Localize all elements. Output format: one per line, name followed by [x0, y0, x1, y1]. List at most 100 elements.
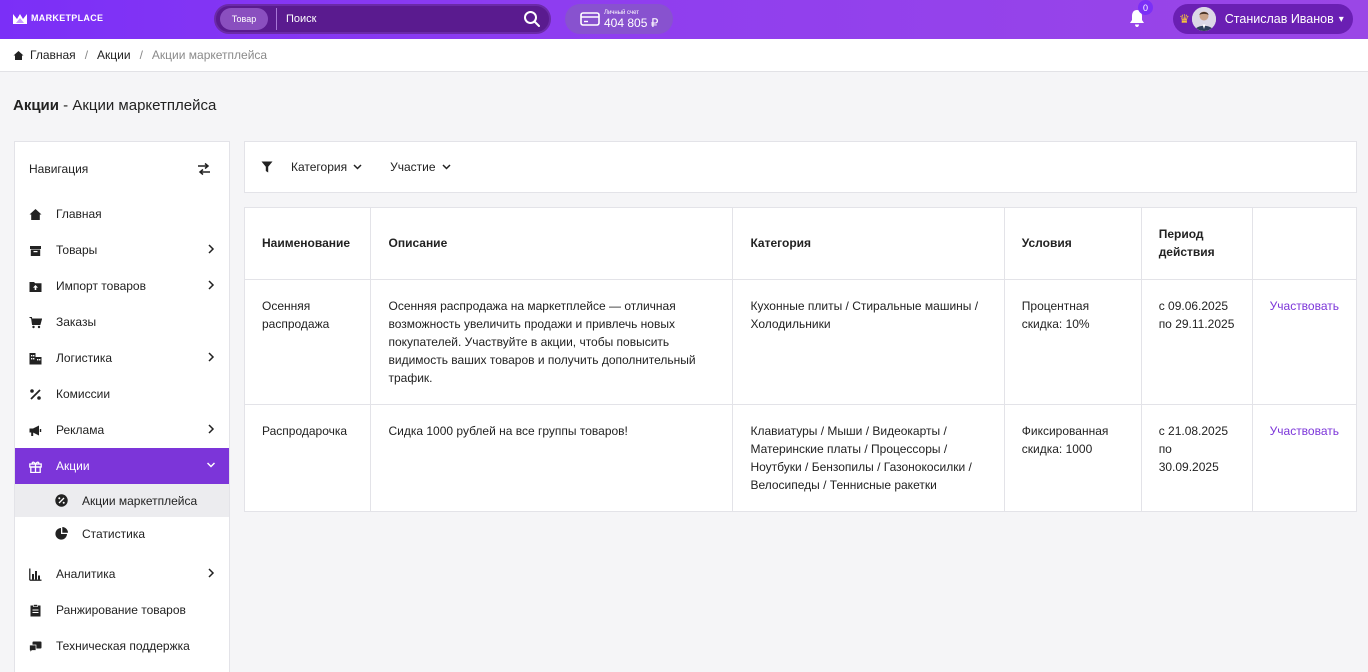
cart-icon — [29, 316, 42, 329]
folder-upload-icon — [29, 280, 42, 293]
chevron-right-icon — [208, 352, 215, 362]
avatar — [1191, 7, 1216, 31]
home-icon — [29, 208, 42, 221]
sidebar-item-label: Реклама — [56, 423, 105, 437]
sidebar-item-logistics[interactable]: Логистика — [15, 340, 229, 376]
promotion-description: Осенняя распродажа на маркетплейсе — отл… — [370, 279, 734, 405]
promotion-conditions: Процентная скидка: 10% — [1004, 279, 1142, 405]
period-from: с 21.08.2025 — [1158, 423, 1229, 438]
sidebar-item-analytics[interactable]: Аналитика — [15, 556, 229, 592]
participation-filter[interactable]: Участие — [390, 160, 451, 174]
promotion-name: Осенняя распродажа — [245, 279, 372, 405]
sidebar-subitem-statistics[interactable]: Статистика — [15, 517, 229, 550]
column-header-period: Период действия — [1141, 208, 1253, 280]
filter-bar: Категория Участие — [244, 141, 1357, 193]
user-name: Станислав Иванов — [1224, 12, 1334, 26]
promotion-category: Кухонные плиты / Стиральные машины / Хол… — [732, 279, 1005, 405]
promotion-conditions: Фиксированная скидка: 1000 — [1004, 404, 1142, 511]
sidebar-item-orders[interactable]: Заказы — [15, 304, 229, 340]
page-title: Акции - Акции маркетплейса — [13, 97, 216, 114]
participate-link[interactable]: Участвовать — [1270, 424, 1339, 438]
sidebar-subitem-marketplace-promotions[interactable]: Акции маркетплейса — [15, 484, 229, 517]
account-balance[interactable]: Личный счет 404 805 ₽ — [565, 4, 673, 34]
chevron-right-icon — [208, 280, 215, 290]
search-divider — [276, 8, 277, 30]
sidebar-subitem-label: Статистика — [82, 526, 146, 541]
page-title-rest: - Акции маркетплейса — [59, 97, 217, 114]
search-bar: Товар — [214, 4, 551, 34]
logo-icon — [13, 13, 27, 24]
breadcrumb-separator: / — [84, 48, 89, 62]
megaphone-icon — [29, 424, 42, 437]
bar-chart-icon — [29, 568, 42, 581]
chat-icon — [29, 640, 42, 653]
chevron-down-icon — [353, 164, 362, 170]
participate-link[interactable]: Участвовать — [1270, 299, 1339, 313]
sidebar-item-label: Техническая поддержка — [56, 639, 190, 653]
breadcrumb: Главная / Акции / Акции маркетплейса — [0, 39, 1368, 72]
period-to: по 29.11.2025 — [1158, 316, 1235, 331]
top-bar: MARKETPLACE Товар Личный счет 404 805 ₽ … — [0, 0, 1368, 39]
sidebar-item-ranking[interactable]: Ранжирование товаров — [15, 592, 229, 628]
discount-icon — [55, 494, 68, 507]
warehouse-icon — [29, 352, 42, 365]
sidebar-item-label: Товары — [56, 243, 98, 257]
chevron-right-icon — [208, 424, 215, 434]
promotion-name: Распродарочка — [245, 404, 372, 511]
promotion-action: Участвовать — [1252, 279, 1356, 405]
breadcrumb-separator: / — [139, 48, 143, 62]
logo[interactable]: MARKETPLACE — [12, 10, 103, 26]
sidebar-item-label: Главная — [56, 207, 102, 221]
account-text: Личный счет 404 805 ₽ — [604, 9, 658, 30]
sidebar: Навигация Главная Товары Импорт товаров … — [14, 141, 230, 672]
column-header-conditions: Условия — [1004, 208, 1142, 280]
filter-icon — [261, 161, 273, 173]
sidebar-item-commissions[interactable]: Комиссии — [15, 376, 229, 412]
promotion-category: Клавиатуры / Мыши / Видеокарты / Материн… — [732, 404, 1005, 511]
chevron-right-icon — [208, 568, 215, 578]
search-category-button[interactable]: Товар — [220, 8, 268, 30]
page-title-bold: Акции — [13, 97, 60, 114]
sidebar-item-label: Заказы — [56, 315, 97, 329]
sidebar-item-promotions[interactable]: Акции — [15, 448, 229, 484]
chevron-right-icon — [208, 244, 215, 254]
search-input[interactable] — [286, 13, 516, 25]
clipboard-icon — [29, 603, 42, 617]
sidebar-item-home[interactable]: Главная — [15, 196, 229, 232]
sidebar-item-support[interactable]: Техническая поддержка — [15, 628, 229, 664]
sidebar-item-label: Импорт товаров — [56, 279, 146, 293]
column-header-name: Наименование — [245, 208, 372, 280]
account-value: 404 805 ₽ — [604, 15, 659, 30]
user-menu[interactable]: ♛ Станислав Иванов ▾ — [1173, 4, 1353, 34]
promotions-table: Наименование Описание Категория Условия … — [244, 207, 1357, 512]
promotion-period: с 09.06.2025 по 29.11.2025 — [1141, 279, 1253, 405]
participation-filter-label: Участие — [390, 160, 436, 174]
table-row: Осенняя распродажа Осенняя распродажа на… — [245, 279, 1356, 405]
pie-icon — [55, 527, 68, 540]
search-icon[interactable] — [523, 10, 541, 28]
column-header-action — [1252, 208, 1356, 280]
box-icon — [29, 244, 42, 257]
breadcrumb-section[interactable]: Акции — [97, 48, 131, 62]
table-row: Распродарочка Сидка 1000 рублей на все г… — [245, 404, 1356, 511]
percent-icon — [29, 388, 42, 401]
breadcrumb-home[interactable]: Главная — [30, 48, 76, 62]
swap-icon[interactable] — [197, 162, 211, 176]
credit-card-icon — [580, 12, 600, 26]
home-icon[interactable] — [13, 50, 24, 61]
sidebar-item-products[interactable]: Товары — [15, 232, 229, 268]
period-to: по 30.09.2025 — [1158, 441, 1219, 474]
notifications-badge: 0 — [1138, 0, 1153, 15]
sidebar-item-import[interactable]: Импорт товаров — [15, 268, 229, 304]
category-filter[interactable]: Категория — [291, 160, 362, 174]
category-filter-label: Категория — [291, 160, 348, 174]
sidebar-item-ads[interactable]: Реклама — [15, 412, 229, 448]
logo-text: MARKETPLACE — [31, 13, 104, 23]
breadcrumb-current: Акции маркетплейса — [151, 48, 268, 62]
sidebar-item-label: Логистика — [56, 351, 113, 365]
sidebar-item-label: Акции — [56, 459, 90, 473]
sidebar-submenu: Акции маркетплейса Статистика — [15, 484, 229, 550]
promotion-action: Участвовать — [1252, 404, 1356, 511]
chevron-down-icon — [442, 164, 451, 170]
column-header-description: Описание — [370, 208, 734, 280]
